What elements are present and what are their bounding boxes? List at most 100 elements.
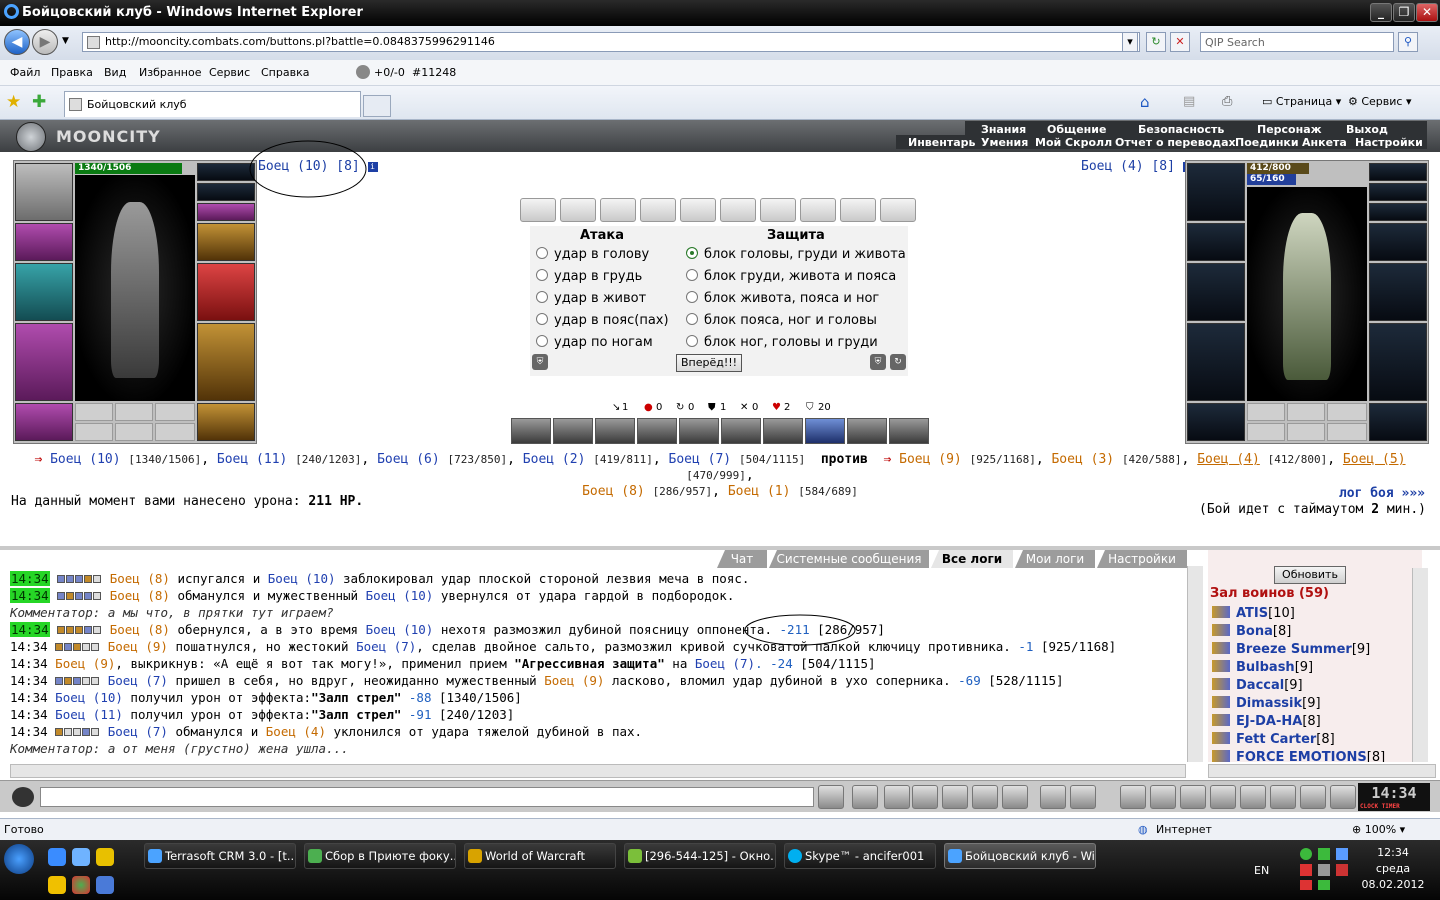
scroll-slot[interactable] (680, 198, 716, 222)
scroll-slot-2[interactable] (1287, 423, 1325, 441)
scroll-slot[interactable] (520, 198, 556, 222)
fighter-link[interactable]: Боец (10) (268, 571, 336, 586)
timestamp[interactable]: 14:34 (10, 588, 50, 603)
private-message-icon[interactable] (1212, 678, 1230, 690)
bracers-slot[interactable] (15, 223, 73, 261)
scroll-slot[interactable] (720, 198, 756, 222)
scroll-slot-1[interactable] (75, 423, 113, 441)
chat-horizontal-scrollbar[interactable] (10, 764, 1186, 778)
ring-slot-2[interactable] (1369, 203, 1427, 221)
filter-icon[interactable] (884, 785, 910, 809)
player-entry[interactable]: Breeze Summer[9] (1212, 642, 1370, 657)
fighter-link[interactable]: Боец (7) (108, 673, 168, 688)
scroll-slot-2[interactable] (115, 423, 153, 441)
gloves-slot[interactable] (197, 223, 255, 261)
player-entry[interactable]: Dimassik[9] (1212, 696, 1321, 711)
fighter-link[interactable]: Боец (10) (366, 622, 434, 637)
menu-transfers[interactable]: Отчет о переводах (1115, 136, 1236, 149)
belt-slot[interactable] (1187, 403, 1245, 441)
timestamp[interactable]: 14:34 (10, 707, 48, 722)
team2-fighter-current-target[interactable]: Боец (4) (1197, 452, 1260, 467)
player-entry[interactable]: Fett Carter[8] (1212, 732, 1335, 747)
language-indicator[interactable]: EN (1254, 864, 1269, 877)
skill-button[interactable] (679, 418, 719, 444)
scroll-slot-3[interactable] (155, 423, 195, 441)
right-fighter-name[interactable]: Боец (4) [8] i (1081, 159, 1193, 174)
menu-favorites[interactable]: Избранное (139, 66, 201, 79)
tab-all-logs[interactable]: Все логи (931, 550, 1013, 568)
fighter-link[interactable]: Боец (7) (356, 639, 416, 654)
task-chat-window[interactable]: [296-544-125] - Окно... (624, 843, 776, 869)
weapon-slot[interactable] (1187, 263, 1245, 321)
battle-log-link[interactable]: лог боя »»» (1300, 486, 1425, 501)
fighter-link[interactable]: Боец (8) (110, 588, 170, 603)
skill-button[interactable] (847, 418, 887, 444)
forward-attack-button[interactable]: Вперёд!!! (676, 354, 742, 372)
boots-slot[interactable] (197, 403, 255, 441)
refresh-room-button[interactable]: Обновить (1274, 566, 1346, 584)
fighter-link[interactable]: Боец (8) (110, 622, 170, 637)
private-message-icon[interactable] (1212, 642, 1230, 654)
maximize-button[interactable]: ❐ (1393, 3, 1415, 22)
network-quicklaunch-icon[interactable] (96, 876, 114, 894)
task-terrasoft[interactable]: Terrasoft CRM 3.0 - [t... (144, 843, 296, 869)
task-skype[interactable]: Skype™ - ancifer001 (784, 843, 936, 869)
quests-icon[interactable] (1240, 785, 1266, 809)
belt-slot[interactable] (15, 403, 73, 441)
defense-4-radio[interactable]: блок пояса, ног и головы (686, 313, 877, 328)
task-browser[interactable]: Сбор в Приюте фоку... (304, 843, 456, 869)
menu-profile[interactable]: Анкета (1302, 136, 1347, 149)
team2-fighter[interactable]: Боец (3) (1051, 452, 1114, 467)
ie-quicklaunch-icon[interactable] (48, 848, 66, 866)
private-message-icon[interactable] (1212, 660, 1230, 672)
amulet-slot[interactable] (1369, 163, 1427, 181)
chat-settings-icon[interactable] (1070, 785, 1096, 809)
team2-fighter[interactable]: Боец (5) (1343, 452, 1406, 467)
fighter-link[interactable]: Боец (4) (266, 724, 326, 739)
scroll-slot[interactable] (800, 198, 836, 222)
tab-system-messages[interactable]: Системные сообщения (769, 550, 929, 568)
fighter-link[interactable]: Боец (8) (110, 571, 170, 586)
player-entry[interactable]: ATIS[10] (1212, 606, 1295, 621)
tray-icon[interactable] (1318, 880, 1330, 890)
armor-slot[interactable] (15, 323, 73, 401)
attack-chest-radio[interactable]: удар в грудь (536, 269, 642, 284)
rune-slot-1[interactable] (1247, 403, 1285, 421)
address-dropdown-icon[interactable]: ▾ (1122, 32, 1138, 52)
private-message-icon[interactable] (1212, 732, 1230, 744)
fighter-link[interactable]: Боец (10) (55, 690, 123, 705)
team1-fighter[interactable]: Боец (2) (523, 452, 586, 467)
network-tray-icon[interactable] (1336, 848, 1348, 860)
fighter-link[interactable]: Боец (10) (366, 588, 434, 603)
forward-button[interactable]: ▶ (32, 29, 58, 55)
favorites-star-icon[interactable]: ★ (6, 92, 21, 112)
menu-inventory[interactable]: Инвентарь (908, 136, 975, 149)
scroll-slot[interactable] (560, 198, 596, 222)
fighter-link[interactable]: Боец (9) (108, 639, 168, 654)
new-tab-button[interactable] (363, 95, 391, 117)
search-icon[interactable]: ⚲ (1398, 32, 1418, 52)
minimize-button[interactable]: _ (1370, 3, 1392, 22)
fights-icon[interactable] (1210, 785, 1236, 809)
app-tray-icon[interactable] (1318, 848, 1330, 860)
attack-legs-radio[interactable]: удар по ногам (536, 335, 653, 350)
address-field[interactable]: http://mooncity.combats.com/buttons.pl?b… (82, 32, 1140, 52)
menu-communication[interactable]: Общение (1047, 123, 1106, 136)
tab-my-logs[interactable]: Мои логи (1015, 550, 1095, 568)
task-wow[interactable]: World of Warcraft (464, 843, 616, 869)
rune-slot-3[interactable] (1327, 403, 1367, 421)
sound-icon[interactable] (1002, 785, 1028, 809)
page-menu[interactable]: ▭ Страница ▾ (1262, 95, 1341, 108)
private-message-icon[interactable] (1212, 750, 1230, 762)
send-icon[interactable] (818, 785, 844, 809)
timestamp[interactable]: 14:34 (10, 673, 48, 688)
weapon-slot[interactable] (15, 263, 73, 321)
tab-chat[interactable]: Чат (717, 550, 767, 568)
menu-battles[interactable]: Поединки (1235, 136, 1299, 149)
map-icon[interactable] (1180, 785, 1206, 809)
desktop-quicklaunch-icon[interactable] (72, 848, 90, 866)
private-message-icon[interactable] (1212, 606, 1230, 618)
fighter-link[interactable]: Боец (7) (108, 724, 168, 739)
defense-5-radio[interactable]: блок ног, головы и груди (686, 335, 878, 350)
history-dropdown-icon[interactable]: ▼ (62, 36, 69, 46)
